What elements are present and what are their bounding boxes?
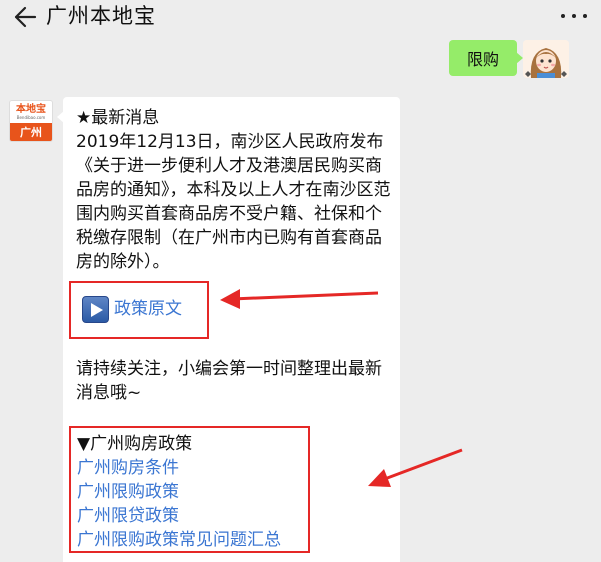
more-button[interactable] (561, 9, 587, 23)
news-body: 2019年12月13日，南沙区人民政府发布《关于进一步便利人才及港澳居民购买商品… (76, 132, 391, 272)
top-bar: 广州本地宝 (0, 0, 601, 34)
housing-policy-heading: ▼广州购房政策 (77, 434, 193, 454)
follow-text: 请持续关注，小编会第一时间整理出最新消息哦~ (76, 359, 382, 403)
outgoing-message-text: 限购 (466, 50, 499, 69)
news-heading: ★最新消息 (76, 108, 160, 128)
link-purchase-conditions[interactable]: 广州购房条件 (77, 456, 179, 480)
chat-title: 广州本地宝 (46, 4, 156, 28)
incoming-message-bubble: ★最新消息 2019年12月13日，南沙区人民政府发布《关于进一步便利人才及港澳… (57, 97, 400, 562)
bot-avatar[interactable]: 本地宝 Bendibao.com 广州 (9, 100, 53, 142)
more-dots-icon (561, 14, 565, 18)
policy-link-highlight-box: 政策原文 (69, 281, 209, 339)
user-avatar-icon (523, 40, 569, 78)
play-video-icon[interactable] (82, 296, 109, 323)
policy-original-link[interactable]: 政策原文 (114, 296, 182, 322)
back-button[interactable] (10, 4, 40, 30)
housing-policy-highlight-box: ▼广州购房政策 广州购房条件 广州限购政策 广州限贷政策 广州限购政策常见问题汇… (69, 426, 310, 553)
bot-avatar-city: 广州 (10, 123, 52, 141)
link-purchase-restriction-policy[interactable]: 广州限购政策 (77, 480, 179, 504)
bendibao-logo: 本地宝 Bendibao.com (10, 101, 52, 123)
link-loan-restriction-policy[interactable]: 广州限贷政策 (77, 504, 179, 528)
link-restriction-faq[interactable]: 广州限购政策常见问题汇总 (77, 528, 281, 552)
back-arrow-icon (14, 6, 37, 28)
outgoing-message-bubble[interactable]: 限购 (449, 40, 523, 76)
user-avatar[interactable] (523, 40, 569, 78)
